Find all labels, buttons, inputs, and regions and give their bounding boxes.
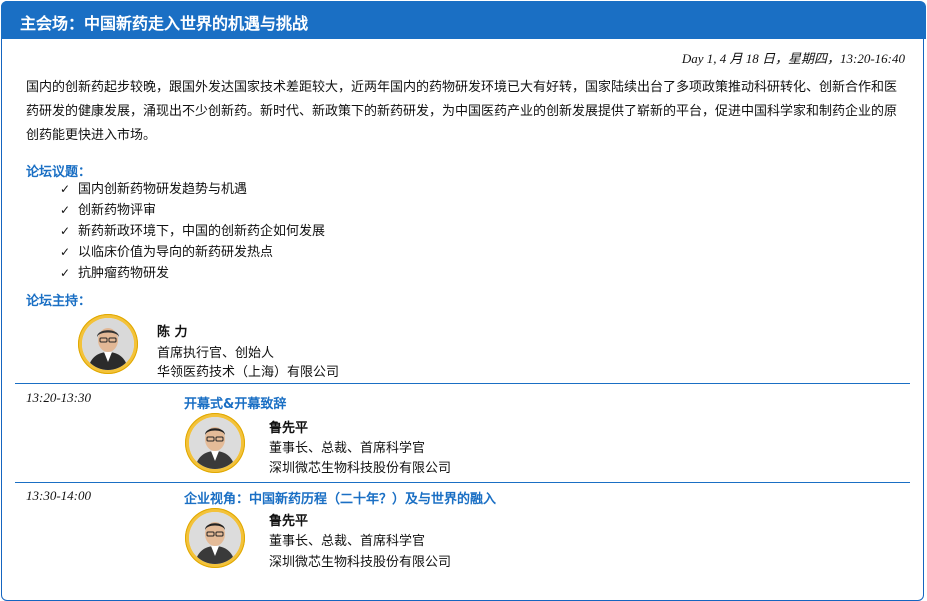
check-icon: ✓ — [60, 203, 71, 217]
topic-text: 国内创新药物研发趋势与机遇 — [78, 182, 248, 197]
topic-text: 抗肿瘤药物研发 — [78, 266, 170, 281]
header-bar: 主会场：中国新药走入世界的机遇与挑战 — [1, 1, 926, 39]
speaker-org: 深圳微芯生物科技股份有限公司 — [269, 555, 452, 570]
divider — [15, 383, 910, 384]
page-title: 主会场：中国新药走入世界的机遇与挑战 — [20, 14, 309, 33]
host-org: 华领医药技术（上海）有限公司 — [157, 365, 340, 380]
check-icon: ✓ — [60, 182, 71, 196]
host-role: 首席执行官、创始人 — [157, 346, 275, 361]
list-item: ✓ 国内创新药物研发趋势与机遇 — [60, 179, 325, 200]
session-title: 开幕式&开幕致辞 — [184, 397, 287, 412]
topic-text: 新药新政环境下，中国的创新药企如何发展 — [78, 224, 326, 239]
check-icon: ✓ — [60, 224, 71, 238]
list-item: ✓ 以临床价值为导向的新药研发热点 — [60, 242, 325, 263]
portrait-photo — [82, 318, 134, 370]
session-time: 13:30-14:00 — [26, 488, 91, 503]
portrait-photo — [189, 417, 241, 469]
intro-paragraph: 国内的创新药起步较晚，跟国外发达国家技术差距较大，近两年国内的药物研发环境已大有… — [26, 80, 898, 143]
speaker-avatar — [185, 508, 245, 568]
host-name: 陈 力 — [157, 325, 188, 340]
divider — [15, 482, 910, 483]
schedule-line: Day 1, 4 月 18 日，星期四，13:20-16:40 — [681, 51, 905, 66]
host-avatar — [78, 314, 138, 374]
check-icon: ✓ — [60, 266, 71, 280]
speaker-avatar — [185, 413, 245, 473]
list-item: ✓ 创新药物评审 — [60, 200, 325, 221]
topics-heading: 论坛议题： — [26, 165, 92, 180]
host-heading: 论坛主持： — [26, 294, 92, 309]
topic-text: 以临床价值为导向的新药研发热点 — [78, 245, 274, 260]
session-time: 13:20-13:30 — [26, 390, 91, 405]
portrait-photo — [189, 512, 241, 564]
list-item: ✓ 新药新政环境下，中国的创新药企如何发展 — [60, 221, 325, 242]
list-item: ✓ 抗肿瘤药物研发 — [60, 263, 325, 284]
session-title: 企业视角：中国新药历程（二十年？）及与世界的融入 — [184, 492, 497, 507]
speaker-name: 鲁先平 — [269, 421, 309, 436]
topics-list: ✓ 国内创新药物研发趋势与机遇 ✓ 创新药物评审 ✓ 新药新政环境下，中国的创新药企如… — [60, 179, 325, 284]
speaker-role: 董事长、总裁、首席科学官 — [269, 534, 426, 549]
speaker-role: 董事长、总裁、首席科学官 — [269, 441, 426, 456]
topic-text: 创新药物评审 — [78, 203, 157, 218]
speaker-org: 深圳微芯生物科技股份有限公司 — [269, 461, 452, 476]
speaker-name: 鲁先平 — [269, 514, 309, 529]
check-icon: ✓ — [60, 245, 71, 259]
